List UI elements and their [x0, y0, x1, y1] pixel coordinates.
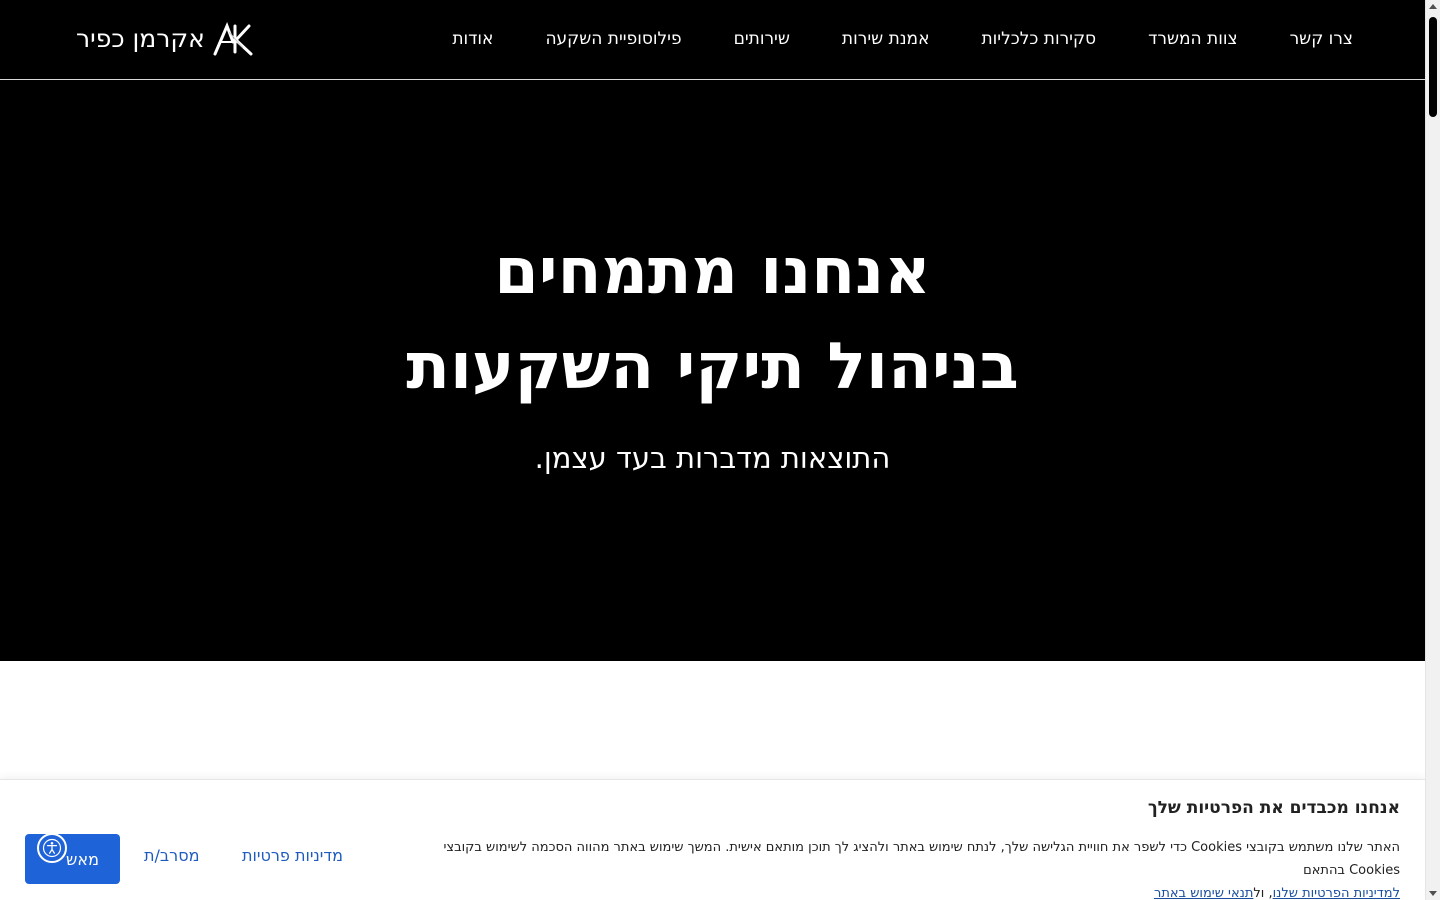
privacy-policy-button[interactable]: מדיניות פרטיות — [242, 846, 343, 865]
nav-office-team[interactable]: צוות המשרד — [1148, 28, 1238, 50]
nav-services[interactable]: שירותים — [734, 28, 790, 50]
scroll-thumb[interactable] — [1429, 17, 1437, 117]
hero-title: אנחנו מתמחים בניהול תיקי השקעות — [0, 225, 1425, 415]
hero-subtitle: התוצאות מדברות בעד עצמן. — [534, 441, 891, 475]
hero-title-line1: אנחנו מתמחים — [494, 235, 931, 309]
cookie-banner: אנחנו מכבדים את הפרטיות שלך האתר שלנו מש… — [0, 779, 1425, 900]
accessibility-icon — [42, 838, 62, 858]
reject-button[interactable]: מסרב/ת — [144, 846, 199, 865]
site-header: אודות פילוסופיית השקעה שירותים אמנת שירו… — [0, 0, 1425, 80]
scroll-up-arrow-icon[interactable] — [1429, 4, 1437, 9]
nav-service-charter[interactable]: אמנת שירות — [842, 28, 930, 50]
accept-button-label: מאש — [66, 849, 99, 869]
hero-section: אנחנו מתמחים בניהול תיקי השקעות התוצאות … — [0, 80, 1425, 661]
hero-title-line2: בניהול תיקי השקעות — [406, 330, 1019, 404]
accessibility-button[interactable] — [37, 833, 67, 863]
nav-economic-reviews[interactable]: סקירות כלכליות — [981, 28, 1096, 50]
ak-monogram-icon — [213, 22, 253, 56]
cookie-body: האתר שלנו משתמש בקובצי Cookies כדי לשפר … — [390, 836, 1401, 900]
main-nav: אודות פילוסופיית השקעה שירותים אמנת שירו… — [452, 28, 1353, 50]
nav-investment-philosophy[interactable]: פילוסופיית השקעה — [545, 28, 681, 50]
privacy-policy-link[interactable]: למדיניות הפרטיות שלנו — [1273, 886, 1400, 900]
cookie-joiner: , ול — [1253, 886, 1273, 900]
nav-contact[interactable]: צרו קשר — [1290, 28, 1353, 50]
nav-about[interactable]: אודות — [452, 28, 493, 50]
logo-text: אקרמן כפיר — [76, 24, 205, 53]
scroll-down-arrow-icon[interactable] — [1429, 891, 1437, 896]
cookie-text: האתר שלנו משתמש בקובצי Cookies כדי לשפר … — [443, 840, 1401, 878]
cookie-title: אנחנו מכבדים את הפרטיות שלך — [1147, 798, 1400, 818]
page-scrollbar[interactable] — [1425, 0, 1440, 900]
site-logo[interactable]: אקרמן כפיר — [76, 22, 253, 56]
terms-of-use-link[interactable]: תנאי שימוש באתר — [1154, 886, 1253, 900]
